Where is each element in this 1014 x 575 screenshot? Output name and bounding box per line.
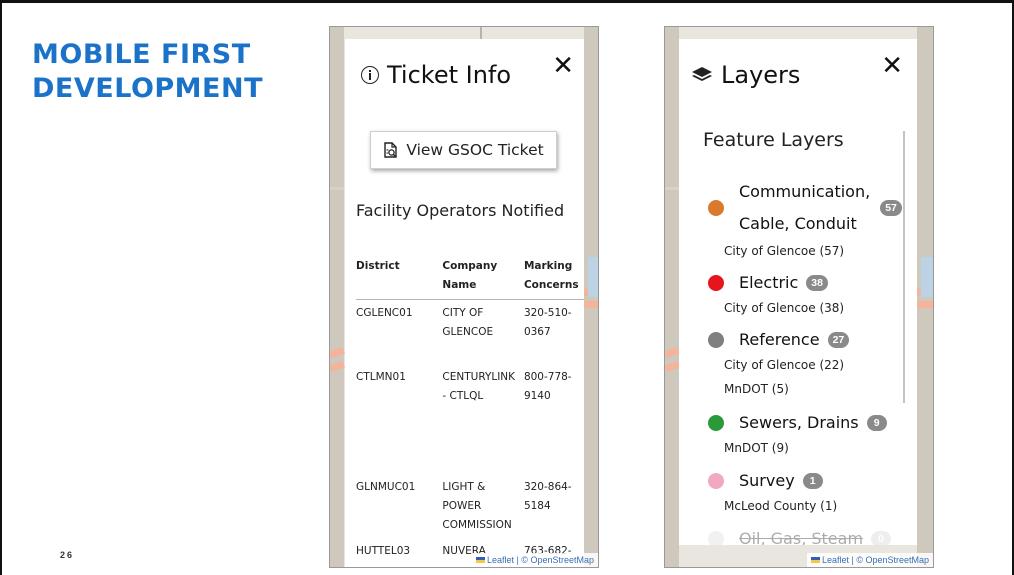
layer-item-communication[interactable]: Communication, Cable, Conduit 57	[708, 176, 902, 240]
company-cell: CITY OF GLENCOE	[442, 307, 494, 338]
district-cell: CTLMN01	[356, 370, 406, 383]
layer-label: Oil, Gas, Steam	[739, 529, 864, 545]
feature-layers-heading: Feature Layers	[703, 129, 844, 151]
layer-color-dot	[708, 200, 724, 216]
map-road	[665, 27, 679, 567]
layers-header: Layers	[691, 61, 800, 89]
layer-source: MnDOT (5)	[724, 382, 789, 396]
ticket-info-panel: Ticket Info ✕ View GSOC Ticket Facility …	[345, 39, 584, 567]
facility-operators-heading: Facility Operators Notified	[356, 201, 565, 220]
phone-screenshot-layers: Layers ✕ Feature Layers Communication, Ca…	[664, 26, 934, 568]
map-attribution[interactable]: Leaflet | © OpenStreetMap	[806, 553, 933, 567]
map-water	[588, 257, 598, 297]
map-water	[921, 257, 933, 297]
layer-count-badge: 27	[827, 331, 850, 348]
slide-title: MOBILE FIRST DEVELOPMENT	[32, 38, 282, 106]
layers-icon-graphic	[692, 67, 712, 81]
layer-item-oil-gas-steam[interactable]: Oil, Gas, Steam 0	[708, 523, 892, 545]
leaflet-flag-icon	[475, 557, 485, 563]
view-gsoc-ticket-button[interactable]: View GSOC Ticket	[370, 131, 557, 169]
layer-color-dot	[708, 331, 724, 348]
map-road	[584, 27, 598, 567]
column-header-company-name: Company Name	[442, 255, 524, 300]
view-gsoc-ticket-label: View GSOC Ticket	[406, 141, 544, 159]
layer-label: Communication, Cable, Conduit	[739, 182, 871, 233]
marking-cell: 320-864- 5184	[523, 480, 572, 512]
layer-label: Survey	[739, 471, 795, 490]
layer-count-badge: 57	[880, 200, 902, 216]
phone-screenshot-ticket-info: Ticket Info ✕ View GSOC Ticket Facility …	[329, 26, 599, 568]
layer-count-badge: 0	[871, 530, 892, 545]
slide-title-line2: DEVELOPMENT	[32, 73, 264, 104]
layer-item-sewers-drains[interactable]: Sewers, Drains 9	[708, 407, 887, 438]
map-road	[917, 27, 933, 567]
map-attribution[interactable]: Leaflet | © OpenStreetMap	[471, 553, 598, 567]
layer-item-electric[interactable]: Electric 38	[708, 267, 828, 298]
layer-label: Sewers, Drains	[739, 413, 859, 432]
layers-icon	[691, 66, 713, 84]
table-header-row: District CompanyName MarkingConcerns I	[356, 255, 584, 300]
map-road-highlight	[584, 301, 598, 308]
layers-scrollbar[interactable]	[903, 131, 905, 403]
page-number: 26	[60, 550, 75, 560]
layer-color-dot	[708, 530, 724, 545]
slide-title-line1: MOBILE FIRST	[32, 39, 251, 70]
district-cell: GLNMUC01	[356, 480, 416, 493]
map-attribution-text: Leaflet | © OpenStreetMap	[821, 555, 929, 565]
district-cell: HUTTEL03	[356, 544, 411, 557]
company-cell: CENTURYLINK - CTLQL	[442, 370, 516, 402]
close-icon[interactable]: ✕	[552, 53, 574, 79]
column-header-marking-concerns: Marking Concerns	[523, 255, 584, 300]
layer-source: City of Glencoe (57)	[724, 244, 845, 258]
table-row: GLNMUC01 LIGHT & POWER COMMISSION 320-864-…	[356, 474, 584, 538]
marking-cell: 800-778- 9140	[523, 370, 572, 402]
layers-title: Layers	[721, 61, 801, 89]
map-attribution-text: Leaflet | © OpenStreetMap	[486, 555, 594, 565]
facility-operators-table: District CompanyName MarkingConcerns I C…	[356, 255, 584, 561]
layer-source: City of Glencoe (38)	[724, 301, 845, 315]
layer-item-reference[interactable]: Reference 27	[708, 324, 850, 355]
table-row: CGLENC01 CITY OFGLENCOE 320-510-0367 :!(	[356, 300, 584, 364]
layer-count-badge: 9	[866, 414, 887, 431]
layer-item-survey[interactable]: Survey 1	[708, 465, 823, 496]
leaflet-flag-icon	[810, 557, 820, 563]
layer-label: Reference	[739, 330, 820, 349]
map-road	[665, 187, 679, 190]
layer-source: City of Glencoe (22)	[724, 358, 845, 372]
layer-source: MnDOT (9)	[724, 441, 789, 455]
layer-source: McLeod County (1)	[724, 499, 838, 513]
layer-color-dot	[708, 414, 724, 431]
layer-count-badge: 38	[806, 274, 828, 291]
layer-color-dot	[708, 472, 724, 489]
ticket-info-header: Ticket Info	[361, 61, 511, 89]
layer-count-badge: 1	[802, 472, 823, 489]
map-road-highlight	[917, 301, 933, 308]
layers-panel: Layers ✕ Feature Layers Communication, Ca…	[679, 39, 917, 545]
column-header-district: District	[356, 255, 443, 300]
map-road	[330, 27, 344, 567]
layer-label: Electric	[739, 273, 799, 292]
layer-color-dot	[708, 274, 724, 291]
company-cell: LIGHT & POWER COMMISSION	[442, 480, 512, 531]
document-search-icon	[384, 141, 398, 158]
info-icon	[361, 66, 379, 84]
close-icon[interactable]: ✕	[881, 53, 903, 79]
ticket-info-title: Ticket Info	[387, 61, 512, 89]
marking-cell: 320-510- 0367	[523, 307, 572, 338]
table-row: CTLMN01 CENTURYLINK - CTLQL 800-778- 9140 …	[356, 364, 584, 474]
map-road	[330, 187, 344, 190]
district-cell: CGLENC01	[356, 307, 413, 319]
